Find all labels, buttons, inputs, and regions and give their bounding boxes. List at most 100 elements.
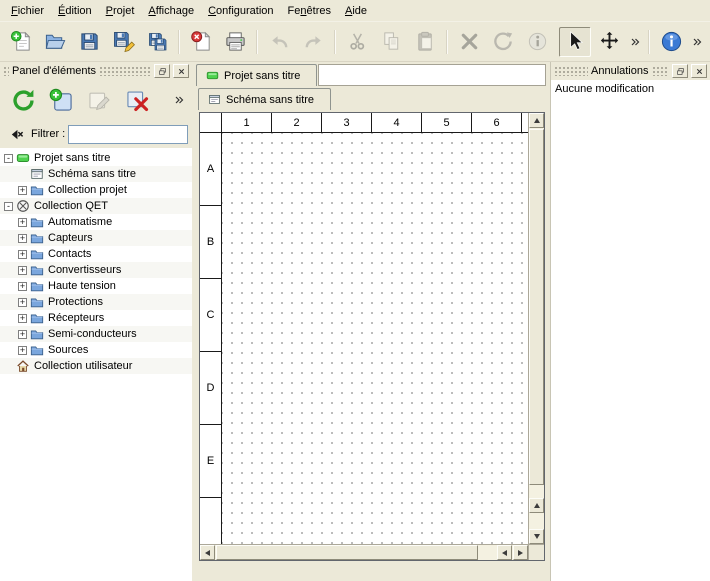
print-button[interactable] <box>219 27 251 57</box>
save-all-button[interactable] <box>141 27 173 57</box>
horizontal-scroll-right-button[interactable] <box>513 545 528 560</box>
open-file-icon <box>44 30 67 53</box>
tree-item-collection-projet[interactable]: +Collection projet <box>0 182 192 198</box>
tree-item-sources[interactable]: +Sources <box>0 342 192 358</box>
elements-dock-titlebar[interactable]: Panel d'éléments <box>0 62 192 80</box>
menu-edition[interactable]: Édition <box>51 2 99 20</box>
diagram-canvas[interactable] <box>222 133 528 544</box>
tree-item-convertisseurs[interactable]: +Convertisseurs <box>0 262 192 278</box>
expand-toggle-icon[interactable]: + <box>18 298 27 307</box>
about-qet-button[interactable] <box>655 27 687 57</box>
menu-affichage[interactable]: Affichage <box>141 2 201 20</box>
delete-element-button[interactable] <box>119 83 155 117</box>
row-label: B <box>200 206 221 279</box>
panel-overflow-button[interactable] <box>171 83 187 117</box>
menu-configuration[interactable]: Configuration <box>201 2 280 20</box>
dock-grip[interactable] <box>3 66 9 76</box>
expand-toggle-icon[interactable]: + <box>18 218 27 227</box>
open-file-button[interactable] <box>39 27 71 57</box>
expand-toggle-icon[interactable]: + <box>18 282 27 291</box>
menu-fichier[interactable]: Fichier <box>4 2 51 20</box>
expand-toggle-icon[interactable]: + <box>18 346 27 355</box>
tab-project[interactable]: Projet sans titre <box>196 64 317 86</box>
menu-aide[interactable]: Aide <box>338 2 374 20</box>
expand-toggle-icon[interactable]: + <box>18 234 27 243</box>
copy-icon <box>380 30 403 53</box>
tree-item-contacts[interactable]: + Contacts <box>0 246 192 262</box>
dock-grip[interactable] <box>554 66 588 76</box>
object-information-button[interactable] <box>521 27 553 57</box>
elements-dock-float-button[interactable] <box>154 64 170 78</box>
menu-fenetres[interactable]: Fenêtres <box>281 2 338 20</box>
cut-button[interactable] <box>341 27 373 57</box>
tree-item-projet-sans-titre[interactable]: -Projet sans titre <box>0 150 192 166</box>
expand-toggle-icon[interactable]: + <box>18 330 27 339</box>
delete-selection-button[interactable] <box>453 27 485 57</box>
tree-item-collection-utilisateur[interactable]: Collection utilisateur <box>0 358 192 374</box>
toolbar-overflow-right-button[interactable] <box>689 27 705 57</box>
tab-project-label: Projet sans titre <box>224 70 300 82</box>
collapse-toggle-icon[interactable]: - <box>4 202 13 211</box>
dock-grip[interactable] <box>99 66 151 76</box>
tree-item-protections[interactable]: +Protections <box>0 294 192 310</box>
undo-dock-titlebar[interactable]: Annulations <box>551 62 710 80</box>
elements-dock-close-button[interactable] <box>173 64 189 78</box>
tree-item-haute-tension[interactable]: +Haute tension <box>0 278 192 294</box>
left-arrow-icon <box>205 550 210 556</box>
tree-item-capteurs[interactable]: +Capteurs <box>0 230 192 246</box>
vertical-scroll-down-button[interactable] <box>529 529 544 544</box>
undo-dock-close-button[interactable] <box>691 64 707 78</box>
column-label: 3 <box>322 113 372 132</box>
menu-projet[interactable]: Projet <box>99 2 142 20</box>
horizontal-scroll-thumb[interactable] <box>216 545 478 560</box>
expand-toggle-icon[interactable]: + <box>18 314 27 323</box>
undo-button[interactable] <box>263 27 295 57</box>
filter-input[interactable] <box>68 125 188 144</box>
edit-element-button[interactable] <box>81 83 117 117</box>
toolbar-overflow-button[interactable] <box>627 27 643 57</box>
rotate-selection-button[interactable] <box>487 27 519 57</box>
tree-item-schema-sans-titre[interactable]: Schéma sans titre <box>0 166 192 182</box>
save-button[interactable] <box>73 27 105 57</box>
new-file-button[interactable] <box>5 27 37 57</box>
collapse-toggle-icon[interactable]: - <box>4 154 13 163</box>
column-label: 2 <box>272 113 322 132</box>
save-as-button[interactable] <box>107 27 139 57</box>
expand-toggle-icon[interactable]: + <box>18 186 27 195</box>
new-element-button[interactable] <box>43 83 79 117</box>
scrollbar-corner <box>528 544 544 560</box>
tab-bar-filler <box>318 64 546 86</box>
tree-item-semi-conducteurs[interactable]: +Semi-conducteurs <box>0 326 192 342</box>
tab-diagram[interactable]: Schéma sans titre <box>198 88 331 110</box>
vertical-scrollbar[interactable] <box>528 113 544 544</box>
new-file-icon <box>10 30 33 53</box>
undo-list[interactable]: Aucune modification <box>551 80 710 581</box>
copy-button[interactable] <box>375 27 407 57</box>
undo-dock: Annulations Aucune modification <box>550 62 710 581</box>
tree-item-label: Automatisme <box>48 216 112 228</box>
vertical-scroll-up-button[interactable] <box>529 113 544 128</box>
tree-item-recepteurs[interactable]: +Récepteurs <box>0 310 192 326</box>
folder-icon <box>30 247 44 261</box>
expand-toggle-icon[interactable]: + <box>18 266 27 275</box>
horizontal-scrollbar[interactable] <box>200 544 528 560</box>
close-file-button[interactable] <box>185 27 217 57</box>
close-icon <box>177 67 186 76</box>
select-tool-button[interactable] <box>559 27 591 57</box>
expand-toggle-icon[interactable]: + <box>18 250 27 259</box>
clear-filter-button[interactable] <box>4 123 28 145</box>
horizontal-scroll-left-button[interactable] <box>200 545 215 560</box>
vertical-scroll-up-button-bottom[interactable] <box>529 498 544 513</box>
paste-button[interactable] <box>409 27 441 57</box>
move-tool-button[interactable] <box>593 27 625 57</box>
tree-item-label: Contacts <box>48 248 91 260</box>
redo-button[interactable] <box>297 27 329 57</box>
vertical-scroll-thumb[interactable] <box>529 129 544 485</box>
undo-dock-float-button[interactable] <box>672 64 688 78</box>
tree-item-collection-qet[interactable]: -Collection QET <box>0 198 192 214</box>
reload-collections-button[interactable] <box>5 83 41 117</box>
horizontal-scroll-left-button-right[interactable] <box>497 545 512 560</box>
float-icon <box>676 67 685 76</box>
tree-item-automatisme[interactable]: + Automatisme <box>0 214 192 230</box>
dock-grip[interactable] <box>652 66 670 76</box>
